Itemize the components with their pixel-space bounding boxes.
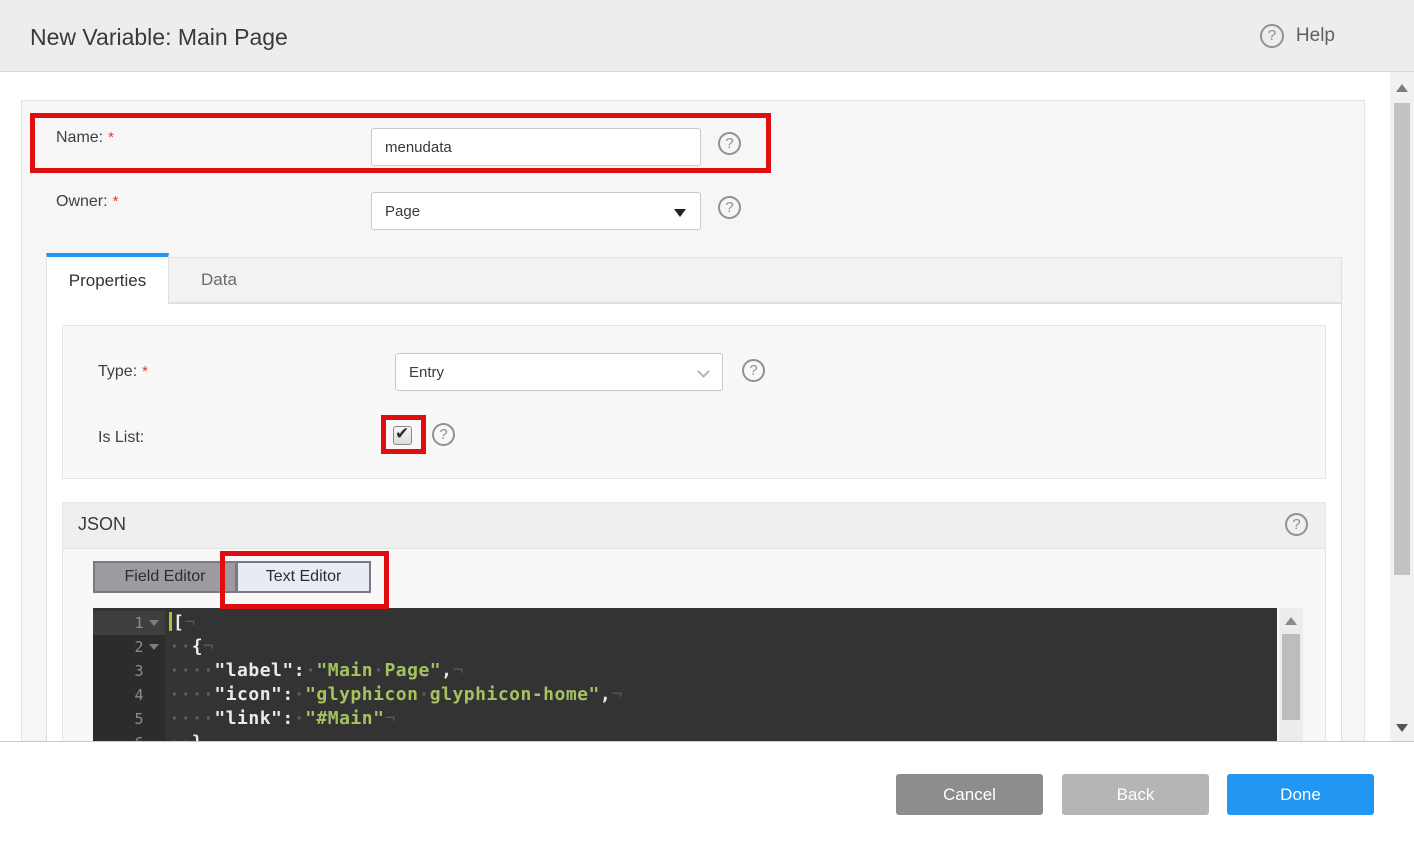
required-asterisk: * <box>108 129 114 146</box>
help-link[interactable]: ? Help <box>1259 24 1335 48</box>
editor-gutter-line-number[interactable]: 2 <box>93 635 165 659</box>
editor-code-line[interactable]: ··} <box>165 731 203 741</box>
page-scrollbar-thumb[interactable] <box>1394 103 1410 575</box>
owner-select-value: Page <box>385 202 421 220</box>
fold-arrow-icon[interactable] <box>149 620 159 626</box>
checkmark-icon: ✔ <box>395 424 410 443</box>
text-editor-button[interactable]: Text Editor <box>236 561 371 593</box>
editor-scrollbar-thumb[interactable] <box>1282 634 1300 720</box>
done-button-label: Done <box>1280 784 1321 804</box>
editor-line[interactable]: 4 ····"icon":·"glyphicon·glyphicon-home",… <box>93 683 1277 707</box>
json-section-header: JSON ? <box>63 503 1325 549</box>
json-group-box: JSON ? Field Editor Text Editor 1 [¬ 2 ··{¬… <box>62 502 1326 741</box>
json-help-icon[interactable]: ? <box>1285 513 1308 536</box>
chevron-down-icon <box>697 365 710 378</box>
is-list-label: Is List: <box>98 429 145 446</box>
field-editor-label: Field Editor <box>124 568 206 585</box>
editor-code-line[interactable]: ····"icon":·"glyphicon·glyphicon-home",¬ <box>165 683 623 707</box>
editor-line[interactable]: 3 ····"label":·"Main·Page",¬ <box>93 659 1277 683</box>
tab-properties-label: Properties <box>68 270 147 290</box>
editor-gutter-line-number[interactable]: 5 <box>93 707 165 731</box>
done-button[interactable]: Done <box>1227 774 1374 815</box>
field-editor-button[interactable]: Field Editor <box>93 561 236 593</box>
editor-code-area[interactable]: 1 [¬ 2 ··{¬ 3 ····"label":·"Main·Page",¬ 4 ····… <box>93 608 1277 741</box>
dialog-header: New Variable: Main Page ? Help <box>0 0 1414 72</box>
name-label-text: Name: <box>56 129 104 146</box>
name-input[interactable] <box>371 128 701 166</box>
type-label-text: Type: <box>98 363 138 380</box>
cancel-button[interactable]: Cancel <box>896 774 1043 815</box>
editor-code-line[interactable]: [¬ <box>165 611 196 635</box>
back-button[interactable]: Back <box>1062 774 1209 815</box>
editor-scrollbar[interactable] <box>1279 608 1303 741</box>
name-label: Name: * <box>56 129 114 147</box>
dropdown-arrow-icon <box>674 209 686 217</box>
editor-line[interactable]: 2 ··{¬ <box>93 635 1277 659</box>
cancel-button-label: Cancel <box>943 784 996 804</box>
type-help-icon[interactable]: ? <box>742 359 765 382</box>
properties-tab-content: Type: * Entry ? Is List: ✔ ? JSON ? Fiel… <box>46 303 1342 741</box>
required-asterisk: * <box>112 193 119 210</box>
tab-properties[interactable]: Properties <box>46 253 169 304</box>
fold-arrow-icon[interactable] <box>149 644 159 650</box>
tab-data-label: Data <box>201 270 237 289</box>
type-label: Type: * <box>98 363 148 381</box>
owner-select[interactable]: Page <box>371 192 701 230</box>
type-group-box: Type: * Entry ? Is List: ✔ ? <box>62 325 1326 479</box>
is-list-help-icon[interactable]: ? <box>432 423 455 446</box>
json-section-title: JSON <box>78 514 127 534</box>
editor-line[interactable]: 1 [¬ <box>93 611 1277 635</box>
back-button-label: Back <box>1116 784 1155 804</box>
type-select[interactable]: Entry <box>395 353 723 391</box>
page-scroll-up-icon[interactable] <box>1396 84 1408 92</box>
editor-line[interactable]: 6··} <box>93 731 1277 741</box>
owner-help-icon[interactable]: ? <box>718 196 741 219</box>
name-help-icon[interactable]: ? <box>718 132 741 155</box>
help-label[interactable]: Help <box>1296 25 1335 47</box>
scroll-viewport: Name:* ? Owner:* Page ? Properties Data <box>0 72 1414 742</box>
dialog-footer: Cancel Back Done <box>0 743 1414 845</box>
editor-gutter-line-number[interactable]: 1 <box>93 611 165 635</box>
required-asterisk: * <box>142 363 148 380</box>
editor-gutter-line-number[interactable]: 6 <box>93 731 165 741</box>
editor-code-line[interactable]: ··{¬ <box>165 635 214 659</box>
editor-gutter-line-number[interactable]: 3 <box>93 659 165 683</box>
editor-rows: 1 [¬ 2 ··{¬ 3 ····"label":·"Main·Page",¬ 4 ····… <box>93 611 1277 741</box>
page-scrollbar[interactable] <box>1390 72 1414 741</box>
editor-cursor <box>169 612 172 631</box>
is-list-checkbox[interactable]: ✔ <box>393 424 412 445</box>
editor-code-line[interactable]: ····"link":·"#Main"¬ <box>165 707 396 731</box>
editor-scroll-up-icon[interactable] <box>1285 617 1297 625</box>
editor-code-line[interactable]: ····"label":·"Main·Page",¬ <box>165 659 464 683</box>
json-code-editor: 1 [¬ 2 ··{¬ 3 ····"label":·"Main·Page",¬ 4 ····… <box>93 608 1303 741</box>
text-editor-label: Text Editor <box>265 568 342 585</box>
form-panel: Name:* ? Owner:* Page ? Properties Data <box>21 100 1365 741</box>
new-variable-dialog: New Variable: Main Page ? Help Name:* ? … <box>0 0 1414 845</box>
type-select-value: Entry <box>409 363 445 381</box>
tab-data[interactable]: Data <box>169 257 269 303</box>
owner-label: Owner: * <box>56 193 118 211</box>
page-scroll-down-icon[interactable] <box>1396 724 1408 732</box>
page-title: New Variable: Main Page <box>30 24 288 50</box>
owner-label-text: Owner: <box>56 193 108 210</box>
editor-gutter-line-number[interactable]: 4 <box>93 683 165 707</box>
help-question-icon[interactable]: ? <box>1259 24 1284 48</box>
editor-line[interactable]: 5 ····"link":·"#Main"¬ <box>93 707 1277 731</box>
